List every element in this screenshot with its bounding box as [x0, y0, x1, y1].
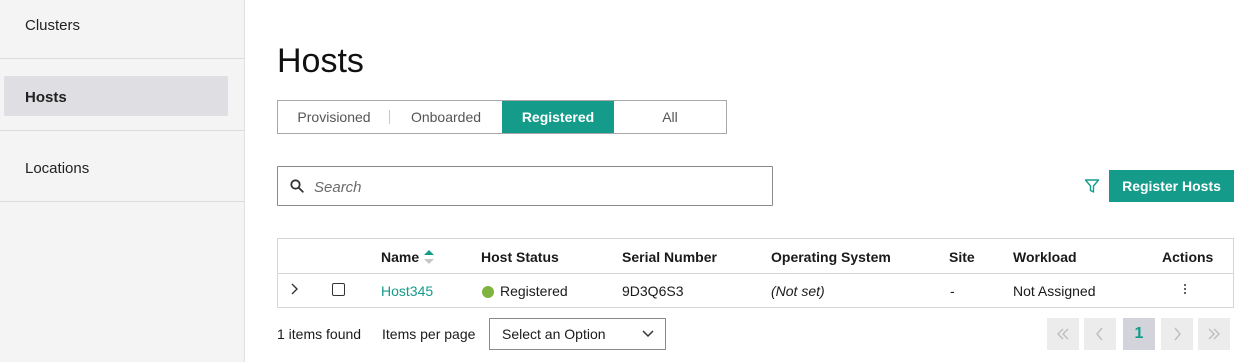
prev-page-button[interactable]: [1084, 318, 1116, 350]
chevron-down-icon: [642, 330, 654, 338]
search-box[interactable]: [277, 166, 773, 206]
column-header-operating-system: Operating System: [771, 249, 891, 265]
tab-onboarded[interactable]: Onboarded: [390, 101, 502, 133]
table-header: Name Host Status Serial Number Operating…: [278, 239, 1233, 274]
double-chevron-left-icon: [1057, 328, 1069, 340]
tab-provisioned[interactable]: Provisioned: [278, 101, 390, 133]
page-number-button[interactable]: 1: [1123, 318, 1155, 350]
last-page-button[interactable]: [1198, 318, 1230, 350]
sidebar-item-label: Hosts: [25, 89, 67, 106]
first-page-button[interactable]: [1047, 318, 1079, 350]
host-status: Registered: [500, 283, 568, 299]
site: -: [950, 283, 955, 299]
expand-chevron-icon[interactable]: [288, 282, 300, 296]
serial-number: 9D3Q6S3: [622, 283, 684, 299]
column-header-site: Site: [949, 249, 975, 265]
workload: Not Assigned: [1013, 283, 1096, 299]
sidebar-item-label: Clusters: [25, 17, 81, 34]
chevron-right-icon: [1174, 327, 1181, 341]
sidebar-item-label: Locations: [25, 160, 90, 177]
hosts-table: Name Host Status Serial Number Operating…: [277, 238, 1234, 308]
status-dot: [482, 286, 494, 298]
page-title: Hosts: [277, 42, 364, 80]
items-per-page-label: Items per page: [382, 326, 476, 342]
sort-ascending-icon[interactable]: [423, 248, 435, 266]
column-header-serial-number: Serial Number: [622, 249, 717, 265]
next-page-button[interactable]: [1161, 318, 1193, 350]
select-value: Select an Option: [502, 326, 606, 342]
items-per-page-select[interactable]: Select an Option: [489, 318, 666, 350]
status-tabs: Provisioned Onboarded Registered All: [277, 100, 727, 134]
register-hosts-button[interactable]: Register Hosts: [1109, 170, 1234, 202]
column-header-name[interactable]: Name: [381, 249, 419, 265]
tab-registered[interactable]: Registered: [502, 101, 614, 133]
column-header-workload: Workload: [1013, 249, 1077, 265]
double-chevron-right-icon: [1208, 328, 1220, 340]
search-input[interactable]: [314, 176, 754, 198]
items-found: 1 items found: [277, 326, 362, 342]
column-header-actions: Actions: [1162, 249, 1214, 265]
chevron-left-icon: [1096, 327, 1103, 341]
sidebar: Clusters Hosts Locations: [0, 0, 245, 362]
filter-icon[interactable]: [1084, 178, 1100, 194]
sidebar-item-clusters[interactable]: Clusters: [0, 0, 244, 59]
operating-system: (Not set): [771, 283, 825, 299]
sidebar-item-locations[interactable]: Locations: [0, 131, 244, 202]
tab-all[interactable]: All: [614, 101, 726, 133]
column-header-host-status: Host Status: [481, 249, 559, 265]
table-row: Host345 Registered 9D3Q6S3 (Not set) - N…: [278, 274, 1233, 308]
search-icon: [290, 179, 304, 193]
kebab-menu-icon[interactable]: [1183, 283, 1187, 295]
main-content: Hosts Provisioned Onboarded Registered A…: [246, 0, 1240, 362]
row-checkbox[interactable]: [332, 283, 345, 296]
host-name-link[interactable]: Host345: [381, 283, 433, 299]
sidebar-item-hosts[interactable]: Hosts: [0, 60, 244, 131]
